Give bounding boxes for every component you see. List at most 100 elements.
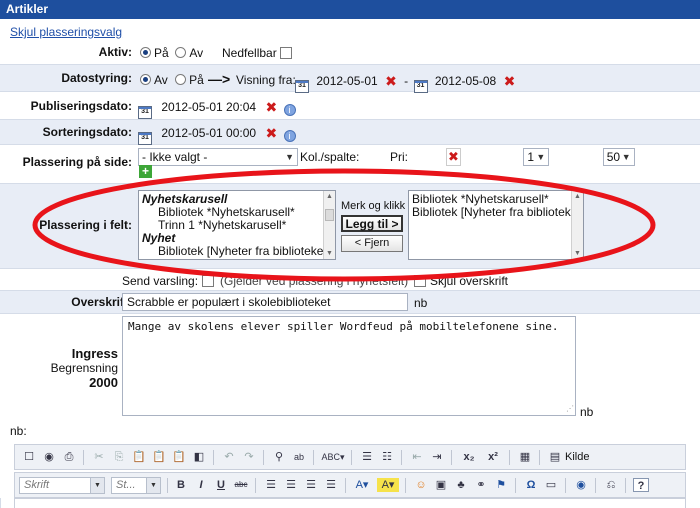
remove-from-field-button[interactable]: < Fjern: [341, 235, 403, 252]
ingress-textarea[interactable]: Mange av skolens elever spiller Wordfeud…: [122, 316, 576, 416]
copy-icon[interactable]: ⎘: [111, 450, 127, 464]
visning-label: Visning fra:: [236, 73, 296, 87]
undo-icon[interactable]: ↶: [221, 450, 237, 464]
list-item[interactable]: Bibliotek [Nyheter fra bibliotek: [412, 206, 571, 219]
listbox-scrollbar[interactable]: ▲ ▼: [571, 191, 583, 259]
smiley-icon[interactable]: ☺: [413, 478, 429, 492]
kol-select[interactable]: 1 ▼: [523, 148, 550, 166]
align-left-icon[interactable]: ☰: [263, 478, 279, 492]
plassering-side-label: Plassering på side:: [22, 155, 132, 169]
replace-icon[interactable]: ab: [291, 450, 307, 464]
align-center-icon[interactable]: ☰: [283, 478, 299, 492]
source-icon[interactable]: ▤: [547, 450, 563, 464]
pri-label: Pri:: [390, 150, 408, 164]
scroll-down-icon[interactable]: ▼: [324, 248, 335, 259]
editor-toolbar-row-2: Skrift ▼ St... ▼ B I U abc ☰ ☰ ☰ ☰ A▾ A▾…: [14, 472, 686, 498]
horizontal-rule-icon[interactable]: ▭: [543, 478, 559, 492]
bold-icon[interactable]: B: [173, 478, 189, 492]
arrow-icon: —>: [208, 71, 231, 87]
scroll-up-icon[interactable]: ▲: [324, 191, 335, 202]
resize-handle-icon[interactable]: ⋰: [566, 404, 574, 413]
datostyring-off-radio[interactable]: [140, 74, 151, 85]
spellcheck-icon[interactable]: ABC▾: [321, 450, 345, 464]
template-icon[interactable]: ⎌: [603, 478, 619, 492]
add-icon[interactable]: +: [139, 165, 152, 178]
scroll-up-icon[interactable]: ▲: [572, 191, 583, 202]
paste-icon[interactable]: 📋: [131, 450, 147, 464]
paste-text-icon[interactable]: 📋: [151, 450, 167, 464]
clear-from-icon[interactable]: ✖: [385, 73, 397, 89]
image-icon[interactable]: ▣: [433, 478, 449, 492]
media-icon[interactable]: ♣: [453, 478, 469, 492]
eraser-icon[interactable]: ◧: [191, 450, 207, 464]
chevron-down-icon: ▼: [285, 152, 294, 162]
background-color-icon[interactable]: A▾: [377, 478, 399, 492]
redo-icon[interactable]: ↷: [241, 450, 257, 464]
numbered-list-icon[interactable]: ☰: [359, 450, 375, 464]
special-char-icon[interactable]: Ω: [523, 478, 539, 492]
remove-placement-icon[interactable]: ✖: [446, 148, 461, 166]
info-icon[interactable]: i: [283, 130, 296, 142]
sortering-value[interactable]: 2012-05-01 00:00: [161, 126, 256, 140]
publisering-value[interactable]: 2012-05-01 20:04: [161, 100, 256, 114]
visning-from-value[interactable]: 2012-05-01: [316, 74, 377, 88]
print-icon[interactable]: ⎙: [61, 450, 77, 464]
editor-toolbar-row-1: ☐ ◉ ⎙ ✂ ⎘ 📋 📋 📋 ◧ ↶ ↷ ⚲ ab ABC▾ ☰ ☷ ⇤ ⇥ …: [14, 444, 686, 470]
listbox-scrollbar[interactable]: ▲ ▼: [323, 191, 335, 259]
embed-icon[interactable]: ◉: [573, 478, 589, 492]
subscript-icon[interactable]: x₂: [459, 450, 479, 464]
aktiv-label: Aktiv:: [98, 45, 132, 59]
nedfellbar-checkbox[interactable]: [280, 47, 293, 59]
hide-placement-link[interactable]: Skjul plasseringsvalg: [10, 25, 122, 39]
paste-word-icon[interactable]: 📋: [171, 450, 187, 464]
anchor-icon[interactable]: ⚑: [493, 478, 509, 492]
list-item[interactable]: Bibliotek [Nyheter fra biblioteket: [142, 245, 327, 258]
add-to-field-button[interactable]: Legg til >: [341, 215, 403, 232]
skjul-overskrift-checkbox[interactable]: [414, 275, 426, 287]
calendar-icon[interactable]: 31: [138, 106, 152, 119]
body-lang-label: nb:: [10, 424, 27, 438]
aktiv-on-radio[interactable]: [140, 47, 151, 58]
selected-fields-listbox[interactable]: Bibliotek *Nyhetskarusell* Bibliotek [Ny…: [408, 190, 584, 260]
superscript-icon[interactable]: x²: [483, 450, 503, 464]
overskrift-input[interactable]: Scrabble er populært i skolebiblioteket: [122, 293, 408, 311]
help-icon[interactable]: ?: [633, 478, 649, 492]
aktiv-off-radio[interactable]: [175, 47, 187, 58]
editor-content-area[interactable]: [14, 498, 686, 508]
scroll-thumb[interactable]: [325, 209, 334, 221]
datostyring-on-radio[interactable]: [175, 74, 187, 85]
scroll-down-icon[interactable]: ▼: [572, 248, 583, 259]
bullet-list-icon[interactable]: ☷: [379, 450, 395, 464]
find-icon[interactable]: ⚲: [271, 450, 287, 464]
align-right-icon[interactable]: ☰: [303, 478, 319, 492]
kol-value: 1: [527, 150, 535, 164]
cut-icon[interactable]: ✂: [91, 450, 107, 464]
italic-icon[interactable]: I: [193, 478, 209, 492]
font-combo[interactable]: Skrift ▼: [19, 477, 105, 494]
text-color-icon[interactable]: A▾: [351, 478, 373, 492]
visning-to-value[interactable]: 2012-05-08: [435, 74, 496, 88]
source-label[interactable]: Kilde: [565, 451, 589, 463]
indent-icon[interactable]: ⇥: [429, 450, 445, 464]
new-page-icon[interactable]: ☐: [21, 450, 37, 464]
pri-select[interactable]: 50 ▼: [602, 148, 635, 166]
info-icon[interactable]: i: [283, 104, 296, 116]
table-icon[interactable]: ▦: [517, 450, 533, 464]
style-combo[interactable]: St... ▼: [111, 477, 161, 494]
available-fields-listbox[interactable]: Nyhetskarusell Bibliotek *Nyhetskarusell…: [138, 190, 336, 260]
calendar-icon[interactable]: 31: [138, 132, 152, 145]
clear-publisering-icon[interactable]: ✖: [265, 99, 277, 115]
merk-og-klikk-hint: Merk og klikk: [341, 200, 406, 212]
send-varsling-checkbox[interactable]: [202, 275, 214, 287]
clear-to-icon[interactable]: ✖: [504, 73, 516, 89]
align-justify-icon[interactable]: ☰: [323, 478, 339, 492]
outdent-icon[interactable]: ⇤: [409, 450, 425, 464]
date-range-dash: -: [404, 74, 409, 88]
underline-icon[interactable]: U: [213, 478, 229, 492]
link-icon[interactable]: ⚭: [473, 478, 489, 492]
strikethrough-icon[interactable]: abc: [233, 478, 249, 492]
window-title: Artikler: [0, 0, 700, 19]
clear-sortering-icon[interactable]: ✖: [265, 125, 277, 141]
preview-icon[interactable]: ◉: [41, 450, 57, 464]
plassering-side-select[interactable]: - Ikke valgt - ▼: [138, 148, 298, 166]
